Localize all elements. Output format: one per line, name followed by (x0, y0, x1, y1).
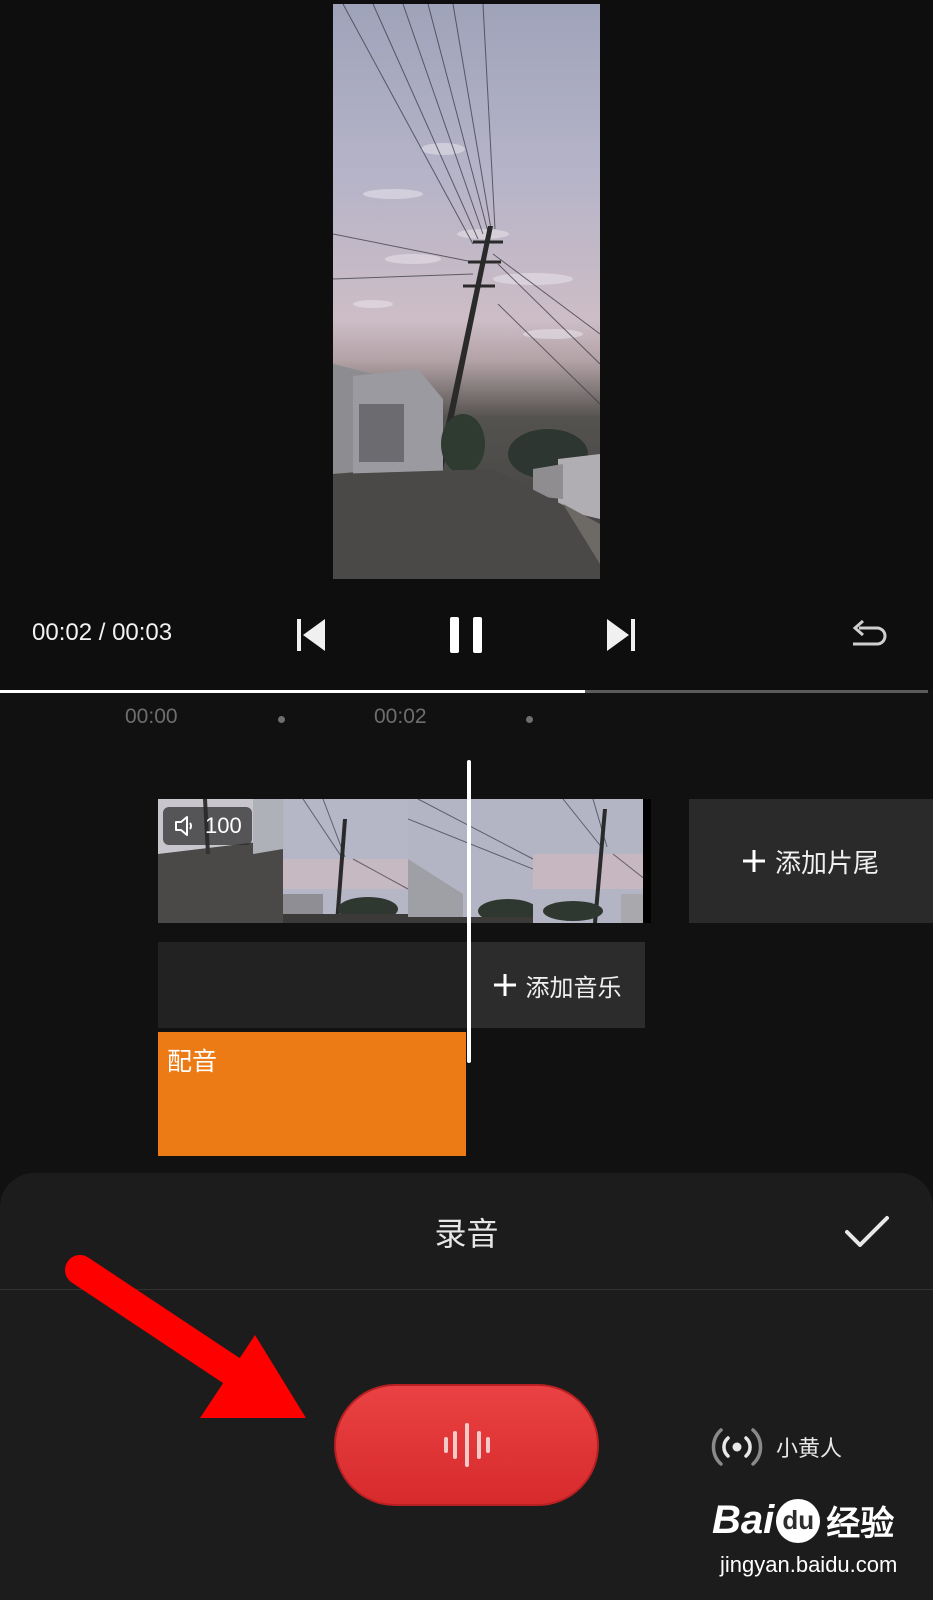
watermark-brand-du: du (782, 1505, 815, 1535)
plus-icon (493, 974, 516, 996)
baidu-logo: Bai du 经验 (712, 1496, 894, 1545)
record-panel-title: 录音 (434, 1215, 499, 1253)
skip-forward-icon (607, 619, 635, 651)
watermark-brand-bai: Bai (712, 1498, 775, 1542)
clip-volume-value: 100 (205, 813, 242, 838)
clip-volume-button[interactable]: 100 (163, 807, 252, 845)
tick-dot (278, 716, 285, 723)
video-clip-track[interactable]: 100 (158, 799, 651, 923)
skip-back-button[interactable] (289, 615, 333, 655)
plus-icon (742, 850, 765, 872)
video-preview[interactable] (333, 4, 600, 579)
thumbnail-pole-end (533, 799, 651, 923)
tick-dot (526, 716, 533, 723)
broadcast-icon (711, 1428, 763, 1466)
baidu-jingyan-watermark: Bai du 经验 jingyan.baidu.com (712, 1496, 927, 1596)
add-ending-button[interactable]: 添加片尾 (689, 799, 933, 923)
undo-button[interactable] (846, 615, 890, 655)
pause-button[interactable] (444, 615, 488, 655)
undo-icon (852, 619, 887, 646)
playhead[interactable] (467, 760, 471, 1063)
voiceover-clip[interactable]: 配音 (158, 1032, 466, 1156)
arrow-annotation (65, 1255, 306, 1418)
preview-scene (333, 4, 600, 579)
confirm-button[interactable] (838, 1203, 896, 1261)
tick-label: 00:00 (125, 705, 178, 728)
record-button[interactable] (334, 1384, 599, 1506)
time-display: 00:02 / 00:03 (32, 619, 173, 646)
playback-controls: 00:02 / 00:03 (0, 605, 933, 665)
speaker-icon (175, 816, 192, 836)
thumbnail-pole (283, 799, 408, 923)
checkmark-icon (845, 1216, 889, 1247)
tick-label: 00:02 (374, 705, 427, 728)
voiceover-clip-label: 配音 (167, 1047, 218, 1076)
paw-icon: du (776, 1498, 821, 1543)
voice-effect-label: 小黄人 (776, 1437, 843, 1462)
pause-icon (450, 617, 482, 653)
video-preview-area: 00:02 / 00:03 (0, 0, 933, 690)
clip-thumbnail (283, 799, 408, 923)
add-music-button[interactable]: 添加音乐 (470, 942, 645, 1028)
watermark-url: jingyan.baidu.com (720, 1552, 898, 1577)
sound-wave-icon (443, 1423, 490, 1467)
playback-progress-fill (0, 690, 585, 693)
timeline-ruler: 00:00 00:02 (0, 705, 933, 735)
watermark-brand-jingyan: 经验 (826, 1504, 895, 1544)
add-music-label: 添加音乐 (525, 973, 622, 1002)
clip-thumbnail (533, 799, 651, 923)
playback-progress-bar[interactable] (0, 690, 928, 693)
skip-back-icon (297, 619, 325, 651)
add-ending-label: 添加片尾 (774, 848, 879, 879)
skip-forward-button[interactable] (599, 615, 643, 655)
voice-effect-button[interactable]: 小黄人 (710, 1422, 842, 1472)
